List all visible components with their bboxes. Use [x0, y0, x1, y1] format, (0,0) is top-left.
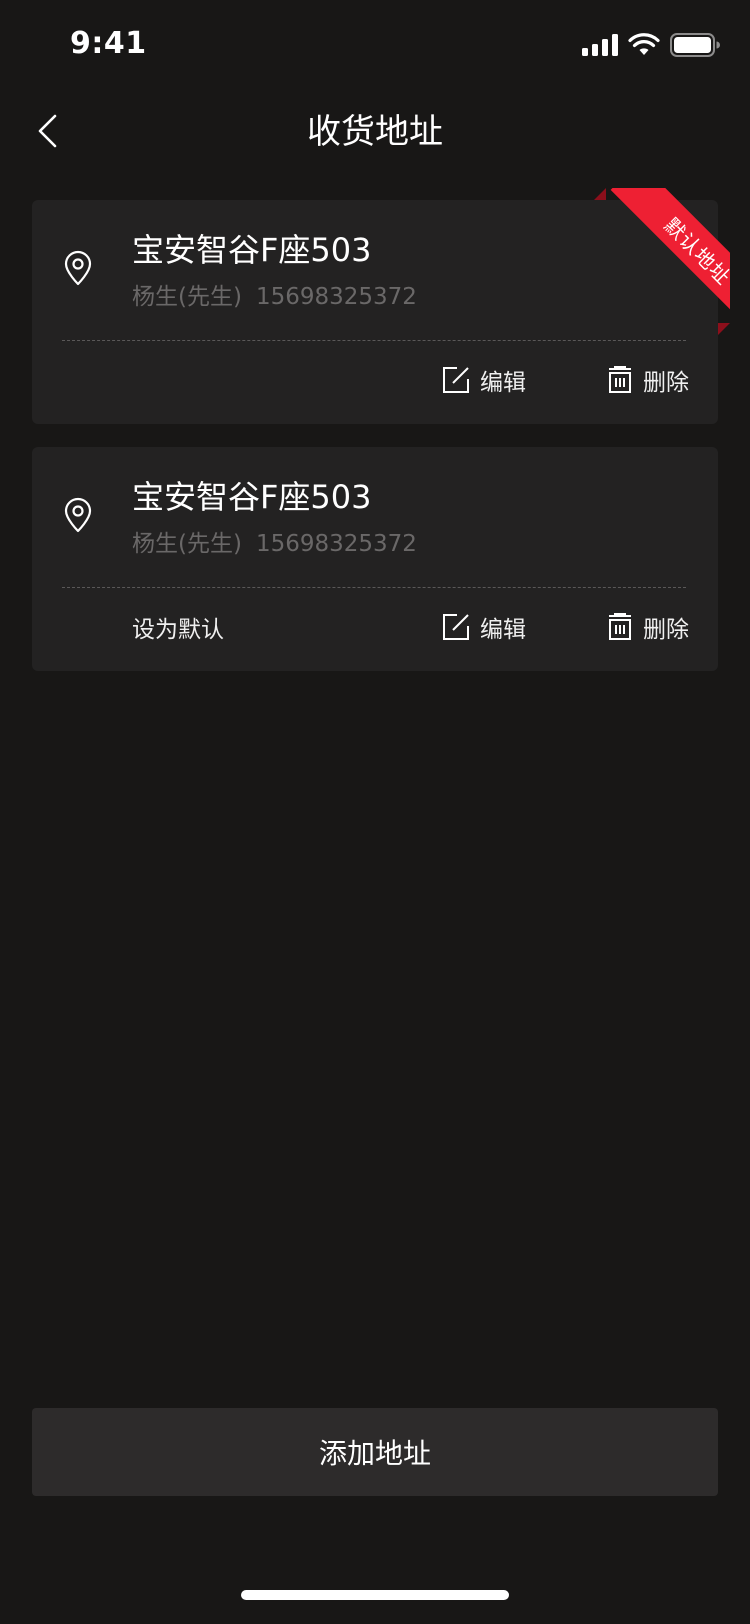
contact-phone: 15698325372 — [255, 284, 417, 310]
trash-icon — [609, 366, 631, 393]
delete-label: 删除 — [643, 617, 689, 643]
delete-button[interactable]: 删除 — [607, 599, 689, 655]
set-default-label: 设为默认 — [132, 617, 224, 643]
card-actions: 设为默认 编辑 删除 — [32, 599, 718, 655]
wifi-icon — [628, 33, 660, 55]
status-time: 9:41 — [70, 26, 147, 61]
location-pin-icon — [64, 497, 92, 533]
edit-button[interactable]: 编辑 — [442, 599, 526, 655]
address-card[interactable]: 宝安智谷F座503 杨生(先生) 15698325372 编辑 删除 默认地址 — [32, 188, 730, 424]
address-title: 宝安智谷F座503 — [132, 231, 372, 269]
status-icons — [582, 31, 720, 59]
add-address-button[interactable]: 添加地址 — [32, 1408, 718, 1496]
edit-button[interactable]: 编辑 — [442, 352, 526, 408]
edit-label: 编辑 — [480, 370, 526, 396]
status-bar: 9:41 — [0, 0, 750, 88]
edit-icon — [443, 367, 469, 393]
location-pin-icon — [64, 250, 92, 286]
contact-name: 杨生(先生) — [132, 284, 242, 310]
contact-name: 杨生(先生) — [132, 531, 242, 557]
delete-label: 删除 — [643, 370, 689, 396]
edit-icon — [443, 614, 469, 640]
home-indicator — [241, 1590, 509, 1600]
address-contact: 杨生(先生) 15698325372 — [132, 527, 417, 561]
divider — [62, 340, 686, 341]
default-badge: 默认地址 — [580, 188, 730, 338]
add-address-label: 添加地址 — [318, 1437, 431, 1470]
page-title: 收货地址 — [307, 112, 443, 152]
set-default-button[interactable]: 设为默认 — [132, 599, 224, 655]
battery-icon — [670, 33, 720, 57]
nav-bar: 收货地址 — [0, 88, 750, 176]
signal-icon — [582, 34, 618, 56]
divider — [62, 587, 686, 588]
edit-label: 编辑 — [480, 617, 526, 643]
address-title: 宝安智谷F座503 — [132, 478, 372, 516]
default-badge-label: 默认地址 — [610, 188, 730, 338]
address-contact: 杨生(先生) 15698325372 — [132, 280, 417, 314]
address-card[interactable]: 宝安智谷F座503 杨生(先生) 15698325372 设为默认 编辑 删除 — [32, 447, 718, 671]
trash-icon — [609, 613, 631, 640]
delete-button[interactable]: 删除 — [607, 352, 689, 408]
contact-phone: 15698325372 — [255, 531, 417, 557]
card-actions: 编辑 删除 — [32, 352, 718, 408]
